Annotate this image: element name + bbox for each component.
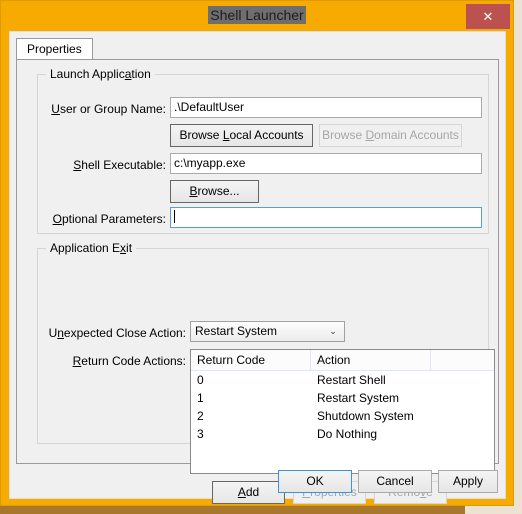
text-caret [174,210,175,223]
cell-extra [431,407,494,425]
browse-button[interactable]: Browse... [170,180,259,203]
shell-executable-label: Shell Executable: [73,158,166,172]
cell-return-code: 0 [197,373,204,387]
table-row[interactable]: 3 Do Nothing [191,425,494,443]
cell-action: Do Nothing [317,427,378,441]
window-title: Shell Launcher [1,5,513,25]
unexpected-close-action-value: Restart System [195,324,278,338]
list-header-row: Return Code Action [191,350,494,371]
cell-extra [431,425,494,443]
tab-properties[interactable]: Properties [16,38,93,59]
shell-launcher-window: Shell Launcher ✕ Properties Launch Appli… [0,0,514,506]
browse-local-accounts-button[interactable]: Browse Local Accounts [170,124,313,147]
user-or-group-name-label: User or Group Name: [51,102,166,116]
group-application-exit: Application Exit Unexpected Close Action… [37,241,495,504]
cell-action: Restart Shell [317,373,386,387]
cell-return-code: 2 [197,409,204,423]
browse-domain-accounts-button[interactable]: Browse Domain Accounts [319,124,462,147]
column-header-extra[interactable] [431,350,494,370]
column-header-return-code[interactable]: Return Code [191,350,311,370]
chevron-down-icon: ⌄ [329,326,337,336]
dialog-client-area: Properties Launch Application User or Gr… [9,31,507,504]
table-row[interactable]: 0 Restart Shell [191,371,494,389]
apply-button[interactable]: Apply [438,470,498,493]
return-code-actions-label: Return Code Actions: [72,354,186,368]
cell-action: Shutdown System [317,409,414,423]
table-row[interactable]: 2 Shutdown System [191,407,494,425]
group-application-exit-title: Application Exit [46,241,137,255]
shell-executable-input[interactable]: c:\myapp.exe [170,153,482,174]
group-launch-application: Launch Application User or Group Name: .… [37,67,489,234]
return-code-actions-list[interactable]: Return Code Action 0 Restart Shell 1 Restar… [190,349,495,474]
close-icon[interactable]: ✕ [466,4,510,29]
window-title-text: Shell Launcher [208,6,306,24]
tab-page-properties: Launch Application User or Group Name: .… [16,59,499,504]
cell-extra [431,371,494,389]
user-or-group-name-input[interactable]: .\DefaultUser [170,97,482,118]
column-header-action[interactable]: Action [311,350,431,370]
unexpected-close-action-select[interactable]: Restart System ⌄ [190,321,345,342]
cell-extra [431,389,494,407]
dialog-footer: OK Cancel Apply [10,470,507,500]
cell-return-code: 3 [197,427,204,441]
ok-button[interactable]: OK [278,470,352,493]
list-body: 0 Restart Shell 1 Restart System 2 Shutdown S… [191,371,494,443]
group-launch-application-title: Launch Application [46,67,155,81]
cell-action: Restart System [317,391,400,405]
optional-parameters-input[interactable] [170,207,482,228]
cell-return-code: 1 [197,391,204,405]
tab-strip: Properties [16,38,499,60]
optional-parameters-label: Optional Parameters: [52,212,166,226]
title-bar[interactable]: Shell Launcher ✕ [1,1,513,31]
unexpected-close-action-label: Unexpected Close Action: [48,326,186,340]
table-row[interactable]: 1 Restart System [191,389,494,407]
cancel-button[interactable]: Cancel [358,470,432,493]
